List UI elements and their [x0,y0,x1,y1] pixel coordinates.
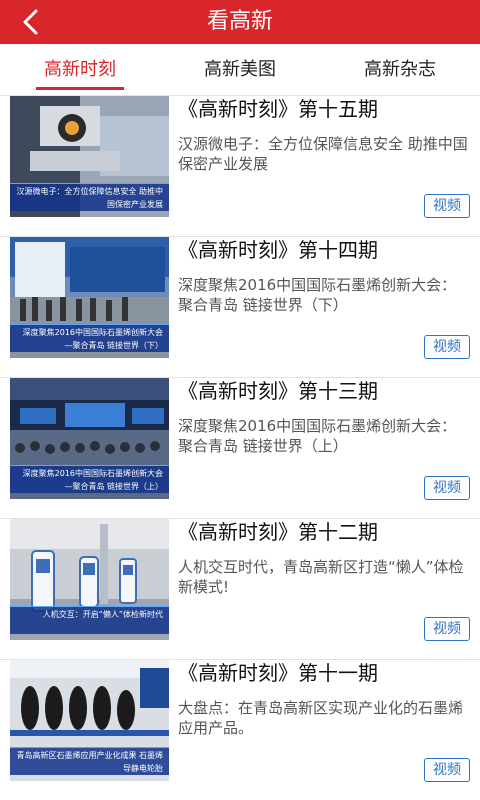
tab-label: 高新杂志 [364,59,436,80]
video-thumbnail: 深度聚焦2016中国国际石墨烯创新大会 —聚合青岛 链接世界（下） [10,237,169,358]
item-title: 《高新时刻》第十四期 [178,238,378,262]
tab-label: 高新时刻 [44,59,116,80]
video-thumbnail: 人机交互：开启“懒人”体检新时代 [10,519,169,640]
item-title: 《高新时刻》第十一期 [178,661,378,685]
video-thumbnail: 青岛高新区石墨烯应用产业化成果 石墨烯导静电轮胎 [10,660,169,781]
item-description: 深度聚焦2016中国国际石墨烯创新大会：聚合青岛 链接世界（下） [178,276,457,314]
item-title: 《高新时刻》第十二期 [178,520,378,544]
video-thumbnail: 汉源微电子：全方位保障信息安全 助推中国保密产业发展 [10,96,169,217]
tab-gaoxin-magazine[interactable]: 高新杂志 [356,44,444,96]
list-item[interactable]: 青岛高新区石墨烯应用产业化成果 石墨烯导静电轮胎 《高新时刻》第十一期 大盘点：… [0,660,480,800]
list-item[interactable]: 深度聚焦2016中国国际石墨烯创新大会 —聚合青岛 链接世界（上） 《高新时刻》… [0,378,480,519]
thumbnail-caption: 深度聚焦2016中国国际石墨烯创新大会 —聚合青岛 链接世界（下） [10,324,169,352]
thumbnail-caption: 人机交互：开启“懒人”体检新时代 [10,606,169,634]
tab-bar: 高新时刻 高新美图 高新杂志 [0,44,480,96]
video-thumbnail: 深度聚焦2016中国国际石墨烯创新大会 —聚合青岛 链接世界（上） [10,378,169,499]
active-tab-indicator [36,87,124,90]
top-bar: 看高新 [0,0,480,44]
tab-gaoxin-photos[interactable]: 高新美图 [196,44,284,96]
item-description: 深度聚焦2016中国国际石墨烯创新大会：聚合青岛 链接世界（上） [178,417,457,455]
tab-gaoxin-moments[interactable]: 高新时刻 [36,44,124,96]
tab-label: 高新美图 [204,59,276,80]
thumbnail-caption: 汉源微电子：全方位保障信息安全 助推中国保密产业发展 [10,183,169,211]
list-item[interactable]: 深度聚焦2016中国国际石墨烯创新大会 —聚合青岛 链接世界（下） 《高新时刻》… [0,237,480,378]
list-item[interactable]: 人机交互：开启“懒人”体检新时代 《高新时刻》第十二期 人机交互时代，青岛高新区… [0,519,480,660]
video-badge[interactable]: 视频 [424,194,470,218]
video-badge[interactable]: 视频 [424,758,470,782]
thumbnail-caption: 深度聚焦2016中国国际石墨烯创新大会 —聚合青岛 链接世界（上） [10,465,169,493]
video-badge[interactable]: 视频 [424,335,470,359]
page-title: 看高新 [206,9,273,34]
item-title: 《高新时刻》第十五期 [178,97,378,121]
item-title: 《高新时刻》第十三期 [178,379,378,403]
item-description: 人机交互时代，青岛高新区打造“懒人”体检新模式! [178,558,464,596]
video-list: 汉源微电子：全方位保障信息安全 助推中国保密产业发展 《高新时刻》第十五期 汉源… [0,96,480,800]
video-badge[interactable]: 视频 [424,617,470,641]
video-badge[interactable]: 视频 [424,476,470,500]
item-description: 汉源微电子：全方位保障信息安全 助推中国保密产业发展 [178,135,468,173]
thumbnail-caption: 青岛高新区石墨烯应用产业化成果 石墨烯导静电轮胎 [10,747,169,775]
item-description: 大盘点：在青岛高新区实现产业化的石墨烯应用产品。 [178,699,464,737]
list-item[interactable]: 汉源微电子：全方位保障信息安全 助推中国保密产业发展 《高新时刻》第十五期 汉源… [0,96,480,237]
